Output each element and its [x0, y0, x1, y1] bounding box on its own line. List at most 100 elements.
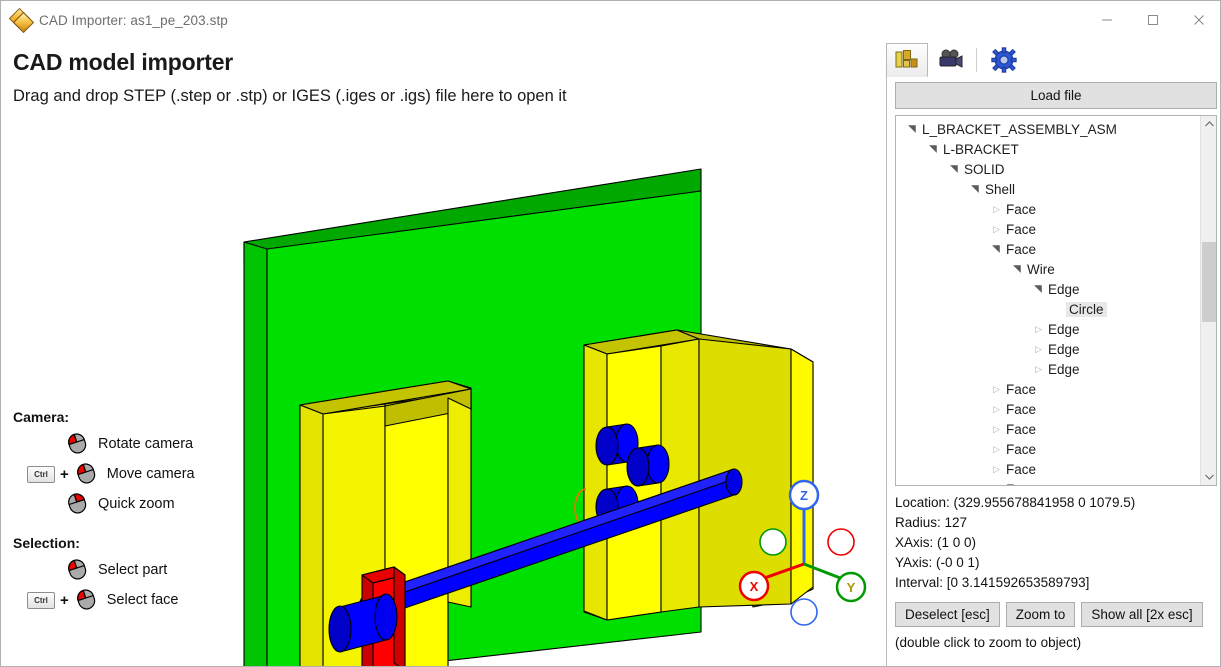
- tree-expand-closed-icon[interactable]: ▷: [990, 445, 1003, 454]
- tab-model-tree[interactable]: [886, 43, 928, 77]
- tree-expand-open-icon[interactable]: ◢: [971, 183, 981, 196]
- show-all-button[interactable]: Show all [2x esc]: [1081, 602, 1202, 627]
- page-title: CAD model importer: [13, 49, 233, 76]
- tree-node-l-bracket[interactable]: ◢L-BRACKET: [896, 139, 1201, 159]
- tree-expand-open-icon[interactable]: ◢: [1034, 283, 1044, 296]
- window-controls: [1084, 1, 1221, 39]
- tree-node-label: Face: [1003, 222, 1039, 237]
- blocks-icon: [894, 48, 920, 72]
- tree-node-label: L-BRACKET: [940, 142, 1022, 157]
- info-location: Location: (329.955678841958 0 1079.5): [895, 493, 1217, 513]
- tree-node-label: Wire: [1024, 262, 1058, 277]
- camera-icon: [938, 49, 964, 71]
- tree-node-face[interactable]: ▷Face: [896, 439, 1201, 459]
- tree-expand-closed-icon[interactable]: ▷: [1032, 325, 1045, 334]
- help-row-select-face: Ctrl + Select face: [13, 585, 263, 615]
- tree-node-label: Edge: [1045, 362, 1083, 377]
- tree-node-shell[interactable]: ◢Shell: [896, 179, 1201, 199]
- info-xaxis: XAxis: (1 0 0): [895, 533, 1217, 553]
- gizmo-neg-z-handle: [791, 599, 817, 625]
- cad-importer-window: CAD Importer: as1_pe_203.stp CAD model i…: [0, 0, 1221, 667]
- tree-node-wire[interactable]: ◢Wire: [896, 259, 1201, 279]
- tree-node-face[interactable]: ▷Face: [896, 219, 1201, 239]
- tree-node-label: Face: [1003, 462, 1039, 477]
- tree-node-face[interactable]: ▷Face: [896, 379, 1201, 399]
- help-label-select-face: Select face: [107, 592, 179, 608]
- double-click-hint: (double click to zoom to object): [895, 635, 1214, 650]
- side-panel: Load file ◢L_BRACKET_ASSEMBLY_ASM◢L-BRAC…: [884, 39, 1221, 667]
- tree-expand-closed-icon[interactable]: ▷: [990, 425, 1003, 434]
- help-label-select-part: Select part: [98, 562, 167, 578]
- panel-body: Load file ◢L_BRACKET_ASSEMBLY_ASM◢L-BRAC…: [886, 76, 1220, 666]
- tree-scroll-thumb[interactable]: [1202, 242, 1216, 322]
- zoom-to-button[interactable]: Zoom to: [1006, 602, 1076, 627]
- tree-node-label: L_BRACKET_ASSEMBLY_ASM: [919, 122, 1120, 137]
- app-diamond-icon: [11, 10, 31, 30]
- tree-expand-open-icon[interactable]: ◢: [1013, 263, 1023, 276]
- tree-node-edge[interactable]: ▷Edge: [896, 339, 1201, 359]
- tree-expand-closed-icon[interactable]: ▷: [1032, 365, 1045, 374]
- tree-node-edge[interactable]: ◢Edge: [896, 279, 1201, 299]
- tree-node-label: Face: [1003, 382, 1039, 397]
- tree-node-face[interactable]: ◢Face: [896, 239, 1201, 259]
- tree-node-face[interactable]: ▷Face: [896, 479, 1201, 485]
- help-label-move-camera: Move camera: [107, 466, 195, 482]
- tree-node-label: SOLID: [961, 162, 1008, 177]
- tree-expand-closed-icon[interactable]: ▷: [990, 205, 1003, 214]
- axis-gizmo[interactable]: Z X Y: [736, 469, 876, 634]
- info-interval: Interval: [0 3.141592653589793]: [895, 573, 1217, 593]
- gizmo-neg-x-handle: [828, 529, 854, 555]
- deselect-button[interactable]: Deselect [esc]: [895, 602, 1000, 627]
- close-button[interactable]: [1176, 1, 1221, 39]
- maximize-button[interactable]: [1130, 1, 1176, 39]
- gizmo-z-label: Z: [800, 488, 808, 503]
- tree-expand-closed-icon[interactable]: ▷: [1032, 345, 1045, 354]
- tree-node-l-bracket-assembly-asm[interactable]: ◢L_BRACKET_ASSEMBLY_ASM: [896, 119, 1201, 139]
- info-yaxis: YAxis: (-0 0 1): [895, 553, 1217, 573]
- mouse-left-click-icon: [65, 431, 89, 458]
- tree-expand-open-icon[interactable]: ◢: [950, 163, 960, 176]
- mouse-right-click-icon: [65, 491, 89, 518]
- gizmo-x-label: X: [750, 579, 759, 594]
- selection-heading: Selection:: [13, 535, 263, 551]
- tree-expand-open-icon[interactable]: ◢: [992, 243, 1002, 256]
- tree-node-label: Shell: [982, 182, 1018, 197]
- tree-node-label: Edge: [1045, 322, 1083, 337]
- scroll-up-arrow[interactable]: [1201, 116, 1217, 132]
- tree-node-face[interactable]: ▷Face: [896, 399, 1201, 419]
- tree-scrollbar[interactable]: [1200, 116, 1216, 485]
- tree-node-edge[interactable]: ▷Edge: [896, 319, 1201, 339]
- plus-symbol: +: [60, 466, 69, 483]
- tree-node-edge[interactable]: ▷Edge: [896, 359, 1201, 379]
- scroll-down-arrow[interactable]: [1201, 469, 1217, 485]
- tree-node-face[interactable]: ▷Face: [896, 419, 1201, 439]
- tree-node-solid[interactable]: ◢SOLID: [896, 159, 1201, 179]
- tree-expand-open-icon[interactable]: ◢: [929, 143, 939, 156]
- gear-icon: [991, 47, 1017, 73]
- tree-expand-closed-icon[interactable]: ▷: [990, 225, 1003, 234]
- model-tree[interactable]: ◢L_BRACKET_ASSEMBLY_ASM◢L-BRACKET◢SOLID◢…: [896, 116, 1201, 485]
- tree-node-label: Face: [1003, 202, 1039, 217]
- load-file-button[interactable]: Load file: [895, 82, 1217, 109]
- tree-expand-closed-icon[interactable]: ▷: [990, 385, 1003, 394]
- help-row-select-part: Select part: [13, 555, 263, 585]
- ctrl-key-icon: Ctrl: [27, 592, 55, 609]
- tree-node-face[interactable]: ▷Face: [896, 459, 1201, 479]
- help-label-rotate-camera: Rotate camera: [98, 436, 193, 452]
- tree-expand-closed-icon[interactable]: ▷: [990, 485, 1003, 486]
- tree-expand-closed-icon[interactable]: ▷: [990, 405, 1003, 414]
- selection-info: Location: (329.955678841958 0 1079.5) Ra…: [895, 493, 1217, 593]
- tab-camera[interactable]: [930, 43, 972, 77]
- tree-expand-closed-icon[interactable]: ▷: [990, 465, 1003, 474]
- minimize-button[interactable]: [1084, 1, 1130, 39]
- tree-node-face[interactable]: ▷Face: [896, 199, 1201, 219]
- info-radius: Radius: 127: [895, 513, 1217, 533]
- plus-symbol: +: [60, 592, 69, 609]
- tab-settings[interactable]: [983, 43, 1025, 77]
- mouse-left-click-icon: [65, 557, 89, 584]
- action-button-row: Deselect [esc] Zoom to Show all [2x esc]: [895, 602, 1214, 627]
- tree-expand-open-icon[interactable]: ◢: [908, 123, 918, 136]
- help-row-move-camera: Ctrl + Move camera: [13, 459, 263, 489]
- tree-node-label: Face: [1003, 242, 1039, 257]
- tree-node-circle[interactable]: Circle: [896, 299, 1201, 319]
